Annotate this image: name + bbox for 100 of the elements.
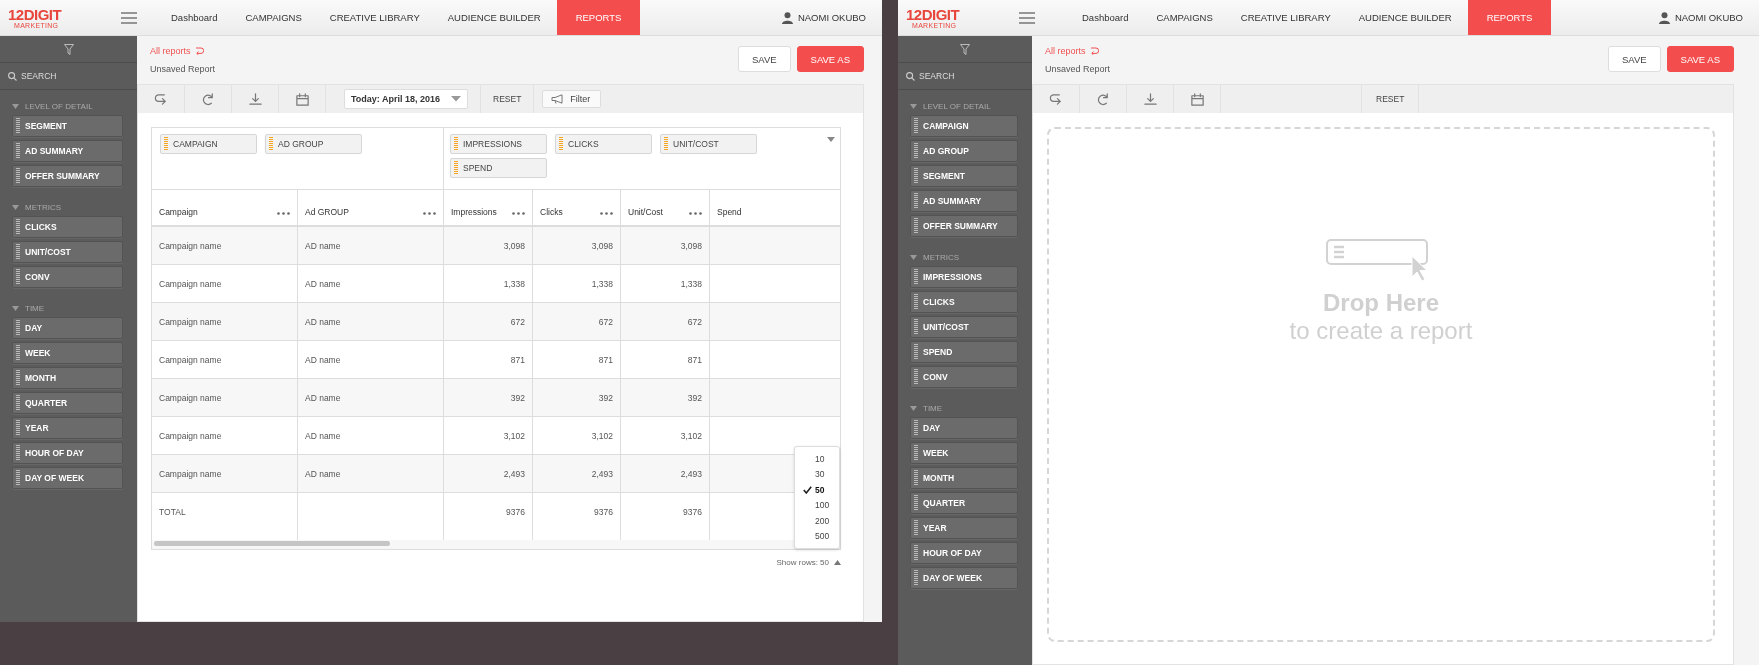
breadcrumb-link[interactable]: All reports <box>150 46 216 56</box>
redo-icon[interactable] <box>200 91 216 107</box>
field-chip[interactable]: YEAR <box>910 517 1018 539</box>
field-chip[interactable]: AD GROUP <box>910 140 1018 162</box>
field-chip[interactable]: SPEND <box>910 341 1018 363</box>
field-chip[interactable]: QUARTER <box>910 492 1018 514</box>
reset-button[interactable]: RESET <box>480 85 535 113</box>
section-header[interactable]: TIME <box>898 392 1032 417</box>
field-chip[interactable]: WEEK <box>12 342 123 364</box>
save-button[interactable]: SAVE <box>1607 46 1661 72</box>
field-chip[interactable]: CLICKS <box>12 216 123 238</box>
section-header[interactable]: LEVEL OF DETAIL <box>0 90 137 115</box>
more-icon[interactable] <box>512 212 525 215</box>
nav-tab[interactable]: CREATIVE LIBRARY <box>315 0 434 35</box>
field-chip[interactable]: AD SUMMARY <box>12 140 123 162</box>
field-chip[interactable]: OFFER SUMMARY <box>910 215 1018 237</box>
column-header[interactable]: Unit/Cost <box>621 190 710 225</box>
table-cell: 3,102 <box>444 417 533 454</box>
section-header[interactable]: LEVEL OF DETAIL <box>898 90 1032 115</box>
field-chip[interactable]: SEGMENT <box>910 165 1018 187</box>
rows-per-page-dropdown[interactable]: Show rows: 50 <box>776 558 841 567</box>
nav-tab[interactable]: REPORTS <box>556 0 641 35</box>
date-dropdown[interactable]: Today: April 18, 2016 <box>344 89 468 109</box>
filter-button[interactable]: Filter <box>542 90 602 108</box>
nav-tab[interactable]: AUDIENCE BUILDER <box>433 0 555 35</box>
nav-tab[interactable]: AUDIENCE BUILDER <box>1344 0 1466 35</box>
more-icon[interactable] <box>689 212 702 215</box>
grip-icon <box>16 420 20 436</box>
menu-option[interactable]: 50 <box>795 482 839 498</box>
field-chip[interactable]: AD SUMMARY <box>910 190 1018 212</box>
field-chip[interactable]: CLICKS <box>910 291 1018 313</box>
user-name[interactable]: NAOMI OKUBO <box>797 12 866 23</box>
nav-tab[interactable]: Dashboard <box>1068 0 1143 35</box>
filter-icon[interactable] <box>63 43 74 55</box>
search-field[interactable]: SEARCH <box>919 71 1019 81</box>
search-field[interactable]: SEARCH <box>21 71 121 81</box>
section-header[interactable]: METRICS <box>0 191 137 216</box>
calendar-icon[interactable] <box>1189 91 1205 107</box>
nav-tab[interactable]: CAMPAIGNS <box>231 0 316 35</box>
field-chip[interactable]: CAMPAIGN <box>160 134 257 154</box>
column-header[interactable]: Spend <box>710 190 770 225</box>
field-chip[interactable]: MONTH <box>910 467 1018 489</box>
column-header[interactable]: Campaign <box>152 190 298 225</box>
field-chip[interactable]: YEAR <box>12 417 123 439</box>
more-icon[interactable] <box>277 212 290 215</box>
field-chip[interactable]: CONV <box>910 366 1018 388</box>
calendar-icon[interactable] <box>294 91 310 107</box>
menu-icon[interactable] <box>121 11 137 24</box>
download-icon[interactable] <box>1142 91 1158 107</box>
filter-icon[interactable] <box>960 43 970 55</box>
field-chip[interactable]: MONTH <box>12 367 123 389</box>
field-chip[interactable]: OFFER SUMMARY <box>12 165 123 187</box>
nav-tab[interactable]: CREATIVE LIBRARY <box>1226 0 1345 35</box>
field-chip[interactable]: SPEND <box>450 158 547 178</box>
column-header[interactable]: Ad GROUP <box>298 190 444 225</box>
menu-option[interactable]: 100 <box>795 497 839 513</box>
field-chip[interactable]: DAY OF WEEK <box>12 467 123 489</box>
field-chip[interactable]: UNIT/COST <box>910 316 1018 338</box>
undo-icon[interactable] <box>153 91 169 107</box>
column-header[interactable]: Impressions <box>444 190 533 225</box>
caret-icon[interactable] <box>827 137 835 142</box>
field-chip[interactable]: IMPRESSIONS <box>450 134 547 154</box>
nav-tab[interactable]: CAMPAIGNS <box>1142 0 1227 35</box>
field-chip[interactable]: CAMPAIGN <box>910 115 1018 137</box>
field-chip[interactable]: AD GROUP <box>265 134 362 154</box>
field-chip[interactable]: UNIT/COST <box>660 134 757 154</box>
reset-button[interactable]: RESET <box>1361 85 1420 113</box>
download-icon[interactable] <box>247 91 263 107</box>
section-header[interactable]: METRICS <box>898 241 1032 266</box>
field-chip[interactable]: QUARTER <box>12 392 123 414</box>
field-chip[interactable]: SEGMENT <box>12 115 123 137</box>
field-chip[interactable]: HOUR OF DAY <box>910 542 1018 564</box>
more-icon[interactable] <box>600 212 613 215</box>
nav-tab[interactable]: Dashboard <box>157 0 232 35</box>
section-header[interactable]: TIME <box>0 292 137 317</box>
redo-icon[interactable] <box>1095 91 1111 107</box>
menu-option[interactable]: 10 <box>795 451 839 467</box>
save-as-button[interactable]: SAVE AS <box>796 46 864 72</box>
save-button[interactable]: SAVE <box>737 46 791 72</box>
nav-tab[interactable]: REPORTS <box>1467 0 1552 35</box>
field-chip[interactable]: UNIT/COST <box>12 241 123 263</box>
field-chip[interactable]: WEEK <box>910 442 1018 464</box>
menu-option[interactable]: 200 <box>795 513 839 529</box>
more-icon[interactable] <box>423 212 436 215</box>
field-chip[interactable]: DAY <box>12 317 123 339</box>
user-name[interactable]: NAOMI OKUBO <box>1674 12 1743 23</box>
undo-icon[interactable] <box>1048 91 1064 107</box>
menu-option[interactable]: 30 <box>795 466 839 482</box>
field-chip[interactable]: HOUR OF DAY <box>12 442 123 464</box>
menu-option[interactable]: 500 <box>795 528 839 544</box>
column-header[interactable]: Clicks <box>533 190 621 225</box>
field-chip[interactable]: CLICKS <box>555 134 652 154</box>
field-chip[interactable]: CONV <box>12 266 123 288</box>
scrollbar-thumb[interactable] <box>154 541 390 546</box>
menu-icon[interactable] <box>1019 11 1035 24</box>
field-chip[interactable]: IMPRESSIONS <box>910 266 1018 288</box>
field-chip[interactable]: DAY OF WEEK <box>910 567 1018 589</box>
breadcrumb-link[interactable]: All reports <box>1045 46 1111 56</box>
save-as-button[interactable]: SAVE AS <box>1666 46 1734 72</box>
field-chip[interactable]: DAY <box>910 417 1018 439</box>
